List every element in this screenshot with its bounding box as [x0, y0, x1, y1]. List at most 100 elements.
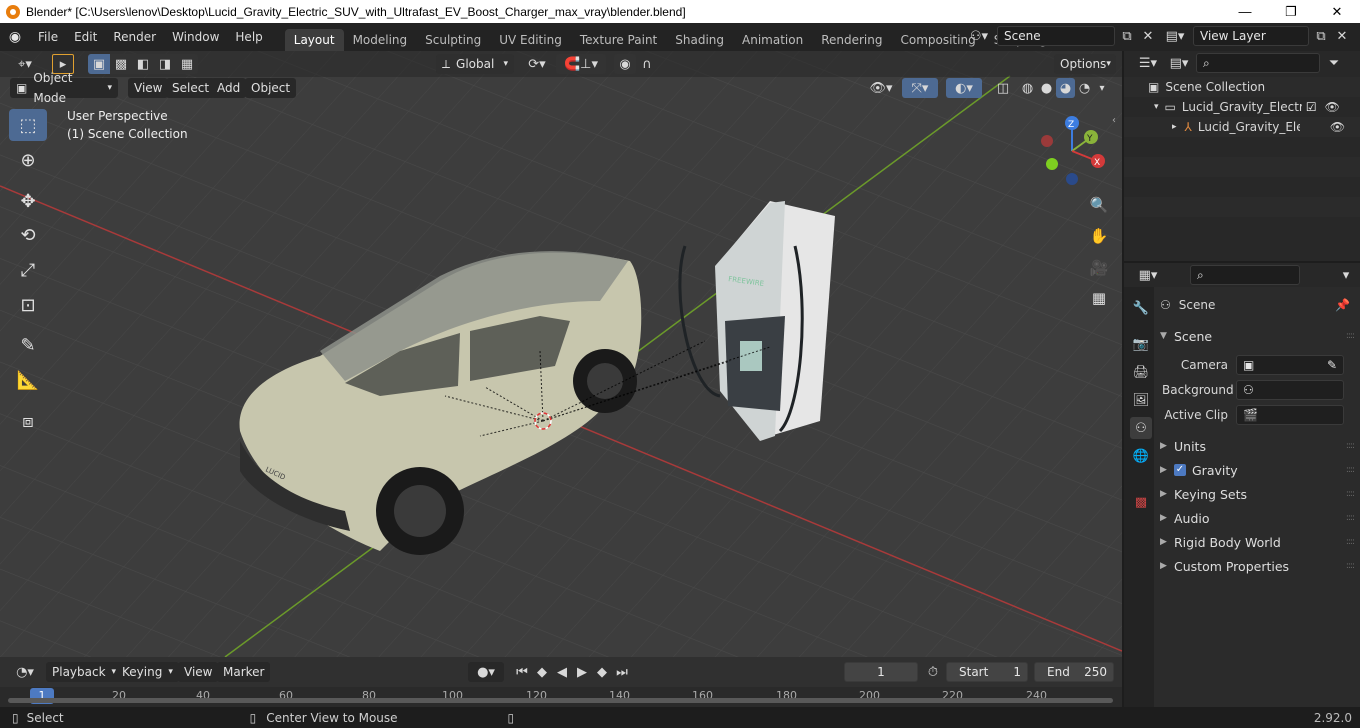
end-frame-field[interactable]: End 250 [1034, 662, 1114, 682]
eyedropper-icon[interactable]: ✎ [1327, 356, 1337, 374]
texture-tab-icon[interactable]: ▩ [1130, 491, 1152, 513]
timeline-ruler[interactable]: 1 20 40 60 80 100 120 140 160 180 200 22… [0, 687, 1122, 707]
world-tab-icon[interactable]: 🌐 [1130, 445, 1152, 467]
properties-editor-type-icon[interactable]: ▦▾ [1132, 265, 1164, 285]
outliner-display-mode-icon[interactable]: ▤▾ [1164, 53, 1194, 73]
background-scene-field[interactable]: ⚇ [1236, 380, 1344, 400]
view-layer-field[interactable]: View Layer [1193, 26, 1309, 46]
camera-field[interactable]: ▣ ✎ [1236, 355, 1344, 375]
transform-tool-icon[interactable]: ⊡ [9, 289, 47, 321]
panel-units[interactable]: ▶ Units :::: [1160, 434, 1360, 458]
scale-tool-icon[interactable]: ⤢ [9, 254, 47, 286]
panel-scene[interactable]: ▼ Scene :::: [1160, 324, 1360, 348]
menu-render[interactable]: Render [105, 23, 164, 51]
zoom-icon[interactable]: 🔍 [1086, 192, 1112, 218]
menu-window[interactable]: Window [164, 23, 227, 51]
panel-rigid-body-world[interactable]: ▶ Rigid Body World :::: [1160, 530, 1360, 554]
tab-shading[interactable]: Shading [666, 29, 733, 51]
drag-handle-icon[interactable]: :::: [1346, 331, 1355, 341]
drag-handle-icon[interactable]: :::: [1346, 489, 1355, 499]
wireframe-shading-icon[interactable]: ◍ [1018, 78, 1037, 98]
measure-tool-icon[interactable]: 📐 [9, 364, 47, 396]
ortho-grid-icon[interactable]: ▦ [1086, 285, 1112, 311]
viewport-menu-select[interactable]: Select [166, 78, 216, 98]
mode-extend-icon[interactable]: ▩ [110, 54, 132, 74]
drag-handle-icon[interactable]: :::: [1346, 513, 1355, 523]
viewport-menu-add[interactable]: Add [211, 78, 247, 98]
view-layer-new-icon[interactable]: ⧉ [1312, 26, 1330, 46]
prev-keyframe-icon[interactable]: ◆ [532, 662, 552, 682]
xray-icon[interactable]: ◫ [992, 78, 1014, 98]
menu-file[interactable]: File [30, 23, 66, 51]
cursor-tool-icon[interactable]: ⊕ [9, 144, 47, 176]
start-frame-field[interactable]: Start 1 [946, 662, 1028, 682]
outliner-row-scene-collection[interactable]: ▣ Scene Collection [1124, 77, 1360, 97]
view-layer-browse-icon[interactable]: ▤▾ [1160, 26, 1190, 46]
properties-options-icon[interactable]: ▾ [1336, 265, 1356, 285]
drag-handle-icon[interactable]: :::: [1346, 537, 1355, 547]
falloff-icon[interactable]: ∩ [636, 54, 658, 74]
gizmo-toggle-icon[interactable]: ⤧▾ [902, 78, 938, 98]
outliner-row-collection[interactable]: ▾ ▭ Lucid_Gravity_Electric_S ☑ 👁 [1124, 97, 1360, 117]
camera-view-icon[interactable]: 🎥 [1086, 255, 1112, 281]
properties-search-input[interactable]: ⌕ [1190, 265, 1300, 285]
tab-uv-editing[interactable]: UV Editing [490, 29, 571, 51]
drag-handle-icon[interactable]: :::: [1346, 441, 1355, 451]
exclude-checkbox-icon[interactable]: ☑ [1306, 100, 1317, 114]
drag-handle-icon[interactable]: :::: [1346, 465, 1355, 475]
pivot-icon[interactable]: ⟳▾ [522, 54, 552, 74]
mode-difference-icon[interactable]: ◨ [154, 54, 176, 74]
shading-options-icon[interactable]: ▾ [1094, 78, 1110, 98]
jump-start-icon[interactable]: ⏮ [512, 662, 532, 682]
next-keyframe-icon[interactable]: ◆ [592, 662, 612, 682]
tab-layout[interactable]: Layout [284, 29, 344, 51]
transform-orientation-dropdown[interactable]: ⟂ Global ▾ [436, 54, 514, 74]
timeline-playback-menu[interactable]: Playback ▾ [46, 662, 123, 682]
timeline-view-menu[interactable]: View [178, 662, 219, 682]
sidebar-toggle-icon[interactable]: ‹ [1112, 115, 1116, 126]
snap-icon[interactable]: 🧲⊥▾ [556, 54, 606, 74]
tab-rendering[interactable]: Rendering [812, 29, 891, 51]
solid-shading-icon[interactable]: ● [1037, 78, 1056, 98]
overlay-toggle-icon[interactable]: ◐▾ [946, 78, 982, 98]
scene-new-icon[interactable]: ⧉ [1118, 26, 1136, 46]
panel-gravity[interactable]: ▶ ✓ Gravity :::: [1160, 458, 1360, 482]
material-shading-icon[interactable]: ◕ [1056, 78, 1075, 98]
close-button[interactable]: ✕ [1314, 0, 1360, 23]
expand-icon[interactable]: ▸ [1172, 122, 1177, 132]
tab-animation[interactable]: Animation [733, 29, 812, 51]
options-dropdown[interactable]: Options ▾ [1054, 54, 1116, 74]
gravity-checkbox[interactable]: ✓ [1174, 464, 1186, 476]
viewport-menu-view[interactable]: View [128, 78, 169, 98]
record-keyframe-icon[interactable]: ●▾ [468, 662, 504, 682]
add-cube-tool-icon[interactable]: ⧈ [9, 405, 47, 437]
tool-tab-icon[interactable]: 🔧 [1130, 297, 1152, 319]
drag-handle-icon[interactable]: :::: [1346, 561, 1355, 571]
panel-custom-properties[interactable]: ▶ Custom Properties :::: [1160, 554, 1360, 578]
play-icon[interactable]: ▶ [572, 662, 592, 682]
move-tool-icon[interactable]: ✥ [9, 185, 47, 217]
maximize-button[interactable]: ❐ [1268, 0, 1314, 23]
active-clip-field[interactable]: 🎬 [1236, 405, 1344, 425]
menu-help[interactable]: Help [227, 23, 270, 51]
proportional-edit-icon[interactable]: ◉ [614, 54, 636, 74]
pan-hand-icon[interactable]: ✋ [1086, 223, 1112, 249]
timeline-scrollbar[interactable] [8, 698, 1113, 703]
timeline-editor-type-icon[interactable]: ◔▾ [10, 662, 40, 682]
timeline-keying-menu[interactable]: Keying ▾ [116, 662, 179, 682]
scene-remove-icon[interactable]: ✕ [1139, 26, 1157, 46]
panel-audio[interactable]: ▶ Audio :::: [1160, 506, 1360, 530]
scene-field[interactable]: Scene [997, 26, 1115, 46]
3d-viewport[interactable]: LUCID FREEWIRE Z Y X ⌖▾ ▸ ▣ ▩ ◧ ◨ ▦ ⟂ Gl… [0, 51, 1122, 657]
timeline-marker-menu[interactable]: Marker [217, 662, 271, 682]
mode-subtract-icon[interactable]: ◧ [132, 54, 154, 74]
pin-icon[interactable]: 📌 [1335, 298, 1350, 312]
outliner-search-input[interactable]: ⌕ [1196, 53, 1320, 73]
visibility-eye-icon[interactable]: 👁 [1325, 100, 1340, 114]
object-mode-dropdown[interactable]: ▣ Object Mode ▾ [10, 71, 118, 105]
play-reverse-icon[interactable]: ◀ [552, 662, 572, 682]
panel-keying-sets[interactable]: ▶ Keying Sets :::: [1160, 482, 1360, 506]
tab-modeling[interactable]: Modeling [344, 29, 417, 51]
current-frame-field[interactable]: 1 [844, 662, 918, 682]
select-tool-icon[interactable]: ⬚ [9, 109, 47, 141]
